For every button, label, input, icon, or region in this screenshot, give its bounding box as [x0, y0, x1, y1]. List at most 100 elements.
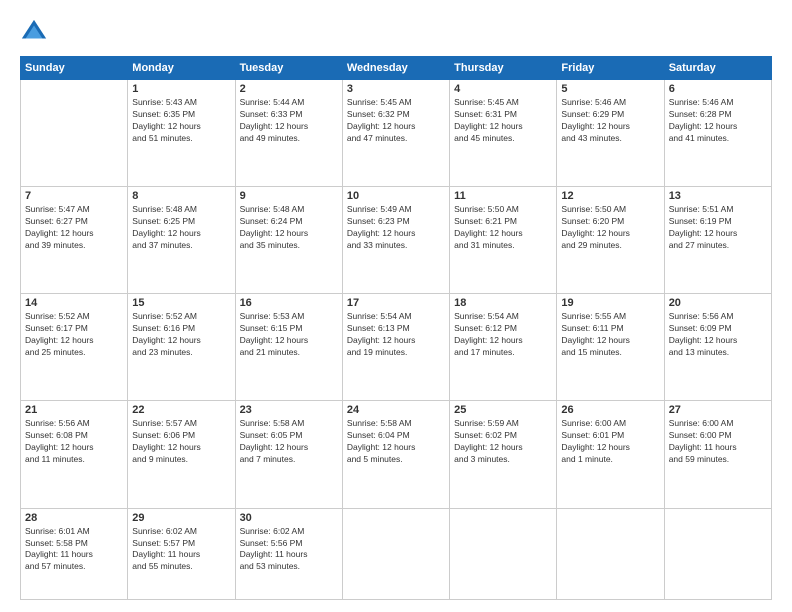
day-number: 17	[347, 297, 445, 309]
cell-info: Sunrise: 6:00 AM Sunset: 6:00 PM Dayligh…	[669, 418, 767, 466]
calendar-table: SundayMondayTuesdayWednesdayThursdayFrid…	[20, 56, 772, 600]
calendar-cell: 28 Sunrise: 6:01 AM Sunset: 5:58 PM Dayli…	[21, 508, 128, 599]
cell-info: Sunrise: 5:46 AM Sunset: 6:28 PM Dayligh…	[669, 97, 767, 145]
page: SundayMondayTuesdayWednesdayThursdayFrid…	[0, 0, 792, 612]
cell-info: Sunrise: 5:54 AM Sunset: 6:12 PM Dayligh…	[454, 311, 552, 359]
calendar-cell: 6 Sunrise: 5:46 AM Sunset: 6:28 PM Daylig…	[664, 80, 771, 187]
cell-info: Sunrise: 6:01 AM Sunset: 5:58 PM Dayligh…	[25, 526, 123, 574]
cell-info: Sunrise: 6:02 AM Sunset: 5:57 PM Dayligh…	[132, 526, 230, 574]
calendar-cell: 27 Sunrise: 6:00 AM Sunset: 6:00 PM Dayli…	[664, 401, 771, 508]
cell-info: Sunrise: 5:51 AM Sunset: 6:19 PM Dayligh…	[669, 204, 767, 252]
calendar-cell: 26 Sunrise: 6:00 AM Sunset: 6:01 PM Dayli…	[557, 401, 664, 508]
cell-info: Sunrise: 5:58 AM Sunset: 6:04 PM Dayligh…	[347, 418, 445, 466]
calendar-cell: 21 Sunrise: 5:56 AM Sunset: 6:08 PM Dayli…	[21, 401, 128, 508]
cell-info: Sunrise: 5:54 AM Sunset: 6:13 PM Dayligh…	[347, 311, 445, 359]
calendar-cell: 8Sunrise: 5:48 AM Sunset: 6:25 PM Daylig…	[128, 187, 235, 294]
day-number: 24	[347, 404, 445, 416]
calendar-cell: 10Sunrise: 5:49 AM Sunset: 6:23 PM Dayli…	[342, 187, 449, 294]
calendar-cell: 13 Sunrise: 5:51 AM Sunset: 6:19 PM Dayli…	[664, 187, 771, 294]
weekday-header-tuesday: Tuesday	[235, 57, 342, 80]
day-number: 21	[25, 404, 123, 416]
day-number: 5	[561, 83, 659, 95]
cell-info: Sunrise: 5:50 AM Sunset: 6:21 PM Dayligh…	[454, 204, 552, 252]
weekday-header-thursday: Thursday	[450, 57, 557, 80]
calendar-cell: 12 Sunrise: 5:50 AM Sunset: 6:20 PM Dayli…	[557, 187, 664, 294]
cell-info: Sunrise: 5:57 AM Sunset: 6:06 PM Dayligh…	[132, 418, 230, 466]
calendar-cell: 22 Sunrise: 5:57 AM Sunset: 6:06 PM Dayli…	[128, 401, 235, 508]
cell-info: Sunrise: 5:56 AM Sunset: 6:08 PM Dayligh…	[25, 418, 123, 466]
cell-info: Sunrise: 5:45 AM Sunset: 6:32 PM Dayligh…	[347, 97, 445, 145]
cell-info: Sunrise: 5:44 AM Sunset: 6:33 PM Dayligh…	[240, 97, 338, 145]
cell-info: Sunrise: 6:00 AM Sunset: 6:01 PM Dayligh…	[561, 418, 659, 466]
day-number: 3	[347, 83, 445, 95]
calendar-cell: 30Sunrise: 6:02 AM Sunset: 5:56 PM Dayli…	[235, 508, 342, 599]
day-number: 19	[561, 297, 659, 309]
calendar-cell: 7 Sunrise: 5:47 AM Sunset: 6:27 PM Daylig…	[21, 187, 128, 294]
day-number: 8	[132, 190, 230, 202]
cell-info: Sunrise: 5:48 AM Sunset: 6:24 PM Dayligh…	[240, 204, 338, 252]
calendar-week-row: 14 Sunrise: 5:52 AM Sunset: 6:17 PM Dayli…	[21, 294, 772, 401]
day-number: 30	[240, 512, 338, 524]
day-number: 9	[240, 190, 338, 202]
day-number: 20	[669, 297, 767, 309]
day-number: 16	[240, 297, 338, 309]
calendar-cell: 16 Sunrise: 5:53 AM Sunset: 6:15 PM Dayli…	[235, 294, 342, 401]
calendar-cell: 25 Sunrise: 5:59 AM Sunset: 6:02 PM Dayli…	[450, 401, 557, 508]
calendar-cell: 18 Sunrise: 5:54 AM Sunset: 6:12 PM Dayli…	[450, 294, 557, 401]
cell-info: Sunrise: 5:59 AM Sunset: 6:02 PM Dayligh…	[454, 418, 552, 466]
weekday-header-sunday: Sunday	[21, 57, 128, 80]
day-number: 2	[240, 83, 338, 95]
calendar-cell	[21, 80, 128, 187]
cell-info: Sunrise: 5:58 AM Sunset: 6:05 PM Dayligh…	[240, 418, 338, 466]
day-number: 12	[561, 190, 659, 202]
calendar-cell	[450, 508, 557, 599]
cell-info: Sunrise: 5:49 AM Sunset: 6:23 PM Dayligh…	[347, 204, 445, 252]
day-number: 18	[454, 297, 552, 309]
calendar-cell: 9 Sunrise: 5:48 AM Sunset: 6:24 PM Daylig…	[235, 187, 342, 294]
day-number: 13	[669, 190, 767, 202]
day-number: 15	[132, 297, 230, 309]
weekday-header-monday: Monday	[128, 57, 235, 80]
calendar-cell: 1 Sunrise: 5:43 AM Sunset: 6:35 PM Daylig…	[128, 80, 235, 187]
calendar-week-row: 21 Sunrise: 5:56 AM Sunset: 6:08 PM Dayli…	[21, 401, 772, 508]
calendar-cell: 5 Sunrise: 5:46 AM Sunset: 6:29 PM Daylig…	[557, 80, 664, 187]
cell-info: Sunrise: 5:52 AM Sunset: 6:17 PM Dayligh…	[25, 311, 123, 359]
cell-info: Sunrise: 5:47 AM Sunset: 6:27 PM Dayligh…	[25, 204, 123, 252]
calendar-cell: 23 Sunrise: 5:58 AM Sunset: 6:05 PM Dayli…	[235, 401, 342, 508]
day-number: 11	[454, 190, 552, 202]
calendar-cell: 11 Sunrise: 5:50 AM Sunset: 6:21 PM Dayli…	[450, 187, 557, 294]
cell-info: Sunrise: 5:55 AM Sunset: 6:11 PM Dayligh…	[561, 311, 659, 359]
day-number: 26	[561, 404, 659, 416]
day-number: 14	[25, 297, 123, 309]
logo	[20, 18, 52, 46]
cell-info: Sunrise: 5:50 AM Sunset: 6:20 PM Dayligh…	[561, 204, 659, 252]
calendar-week-row: 1 Sunrise: 5:43 AM Sunset: 6:35 PM Daylig…	[21, 80, 772, 187]
calendar-cell: 17 Sunrise: 5:54 AM Sunset: 6:13 PM Dayli…	[342, 294, 449, 401]
calendar-week-row: 28 Sunrise: 6:01 AM Sunset: 5:58 PM Dayli…	[21, 508, 772, 599]
cell-info: Sunrise: 5:56 AM Sunset: 6:09 PM Dayligh…	[669, 311, 767, 359]
calendar-cell: 20 Sunrise: 5:56 AM Sunset: 6:09 PM Dayli…	[664, 294, 771, 401]
cell-info: Sunrise: 5:45 AM Sunset: 6:31 PM Dayligh…	[454, 97, 552, 145]
day-number: 23	[240, 404, 338, 416]
cell-info: Sunrise: 5:46 AM Sunset: 6:29 PM Dayligh…	[561, 97, 659, 145]
day-number: 6	[669, 83, 767, 95]
cell-info: Sunrise: 5:43 AM Sunset: 6:35 PM Dayligh…	[132, 97, 230, 145]
calendar-cell: 2 Sunrise: 5:44 AM Sunset: 6:33 PM Daylig…	[235, 80, 342, 187]
calendar-week-row: 7 Sunrise: 5:47 AM Sunset: 6:27 PM Daylig…	[21, 187, 772, 294]
day-number: 25	[454, 404, 552, 416]
day-number: 28	[25, 512, 123, 524]
calendar-cell	[664, 508, 771, 599]
day-number: 4	[454, 83, 552, 95]
cell-info: Sunrise: 5:52 AM Sunset: 6:16 PM Dayligh…	[132, 311, 230, 359]
day-number: 27	[669, 404, 767, 416]
cell-info: Sunrise: 5:53 AM Sunset: 6:15 PM Dayligh…	[240, 311, 338, 359]
day-number: 29	[132, 512, 230, 524]
calendar-cell: 3 Sunrise: 5:45 AM Sunset: 6:32 PM Daylig…	[342, 80, 449, 187]
day-number: 22	[132, 404, 230, 416]
day-number: 1	[132, 83, 230, 95]
calendar-cell: 29 Sunrise: 6:02 AM Sunset: 5:57 PM Dayli…	[128, 508, 235, 599]
calendar-cell: 19 Sunrise: 5:55 AM Sunset: 6:11 PM Dayli…	[557, 294, 664, 401]
day-number: 7	[25, 190, 123, 202]
calendar-cell: 4 Sunrise: 5:45 AM Sunset: 6:31 PM Daylig…	[450, 80, 557, 187]
calendar-cell	[557, 508, 664, 599]
